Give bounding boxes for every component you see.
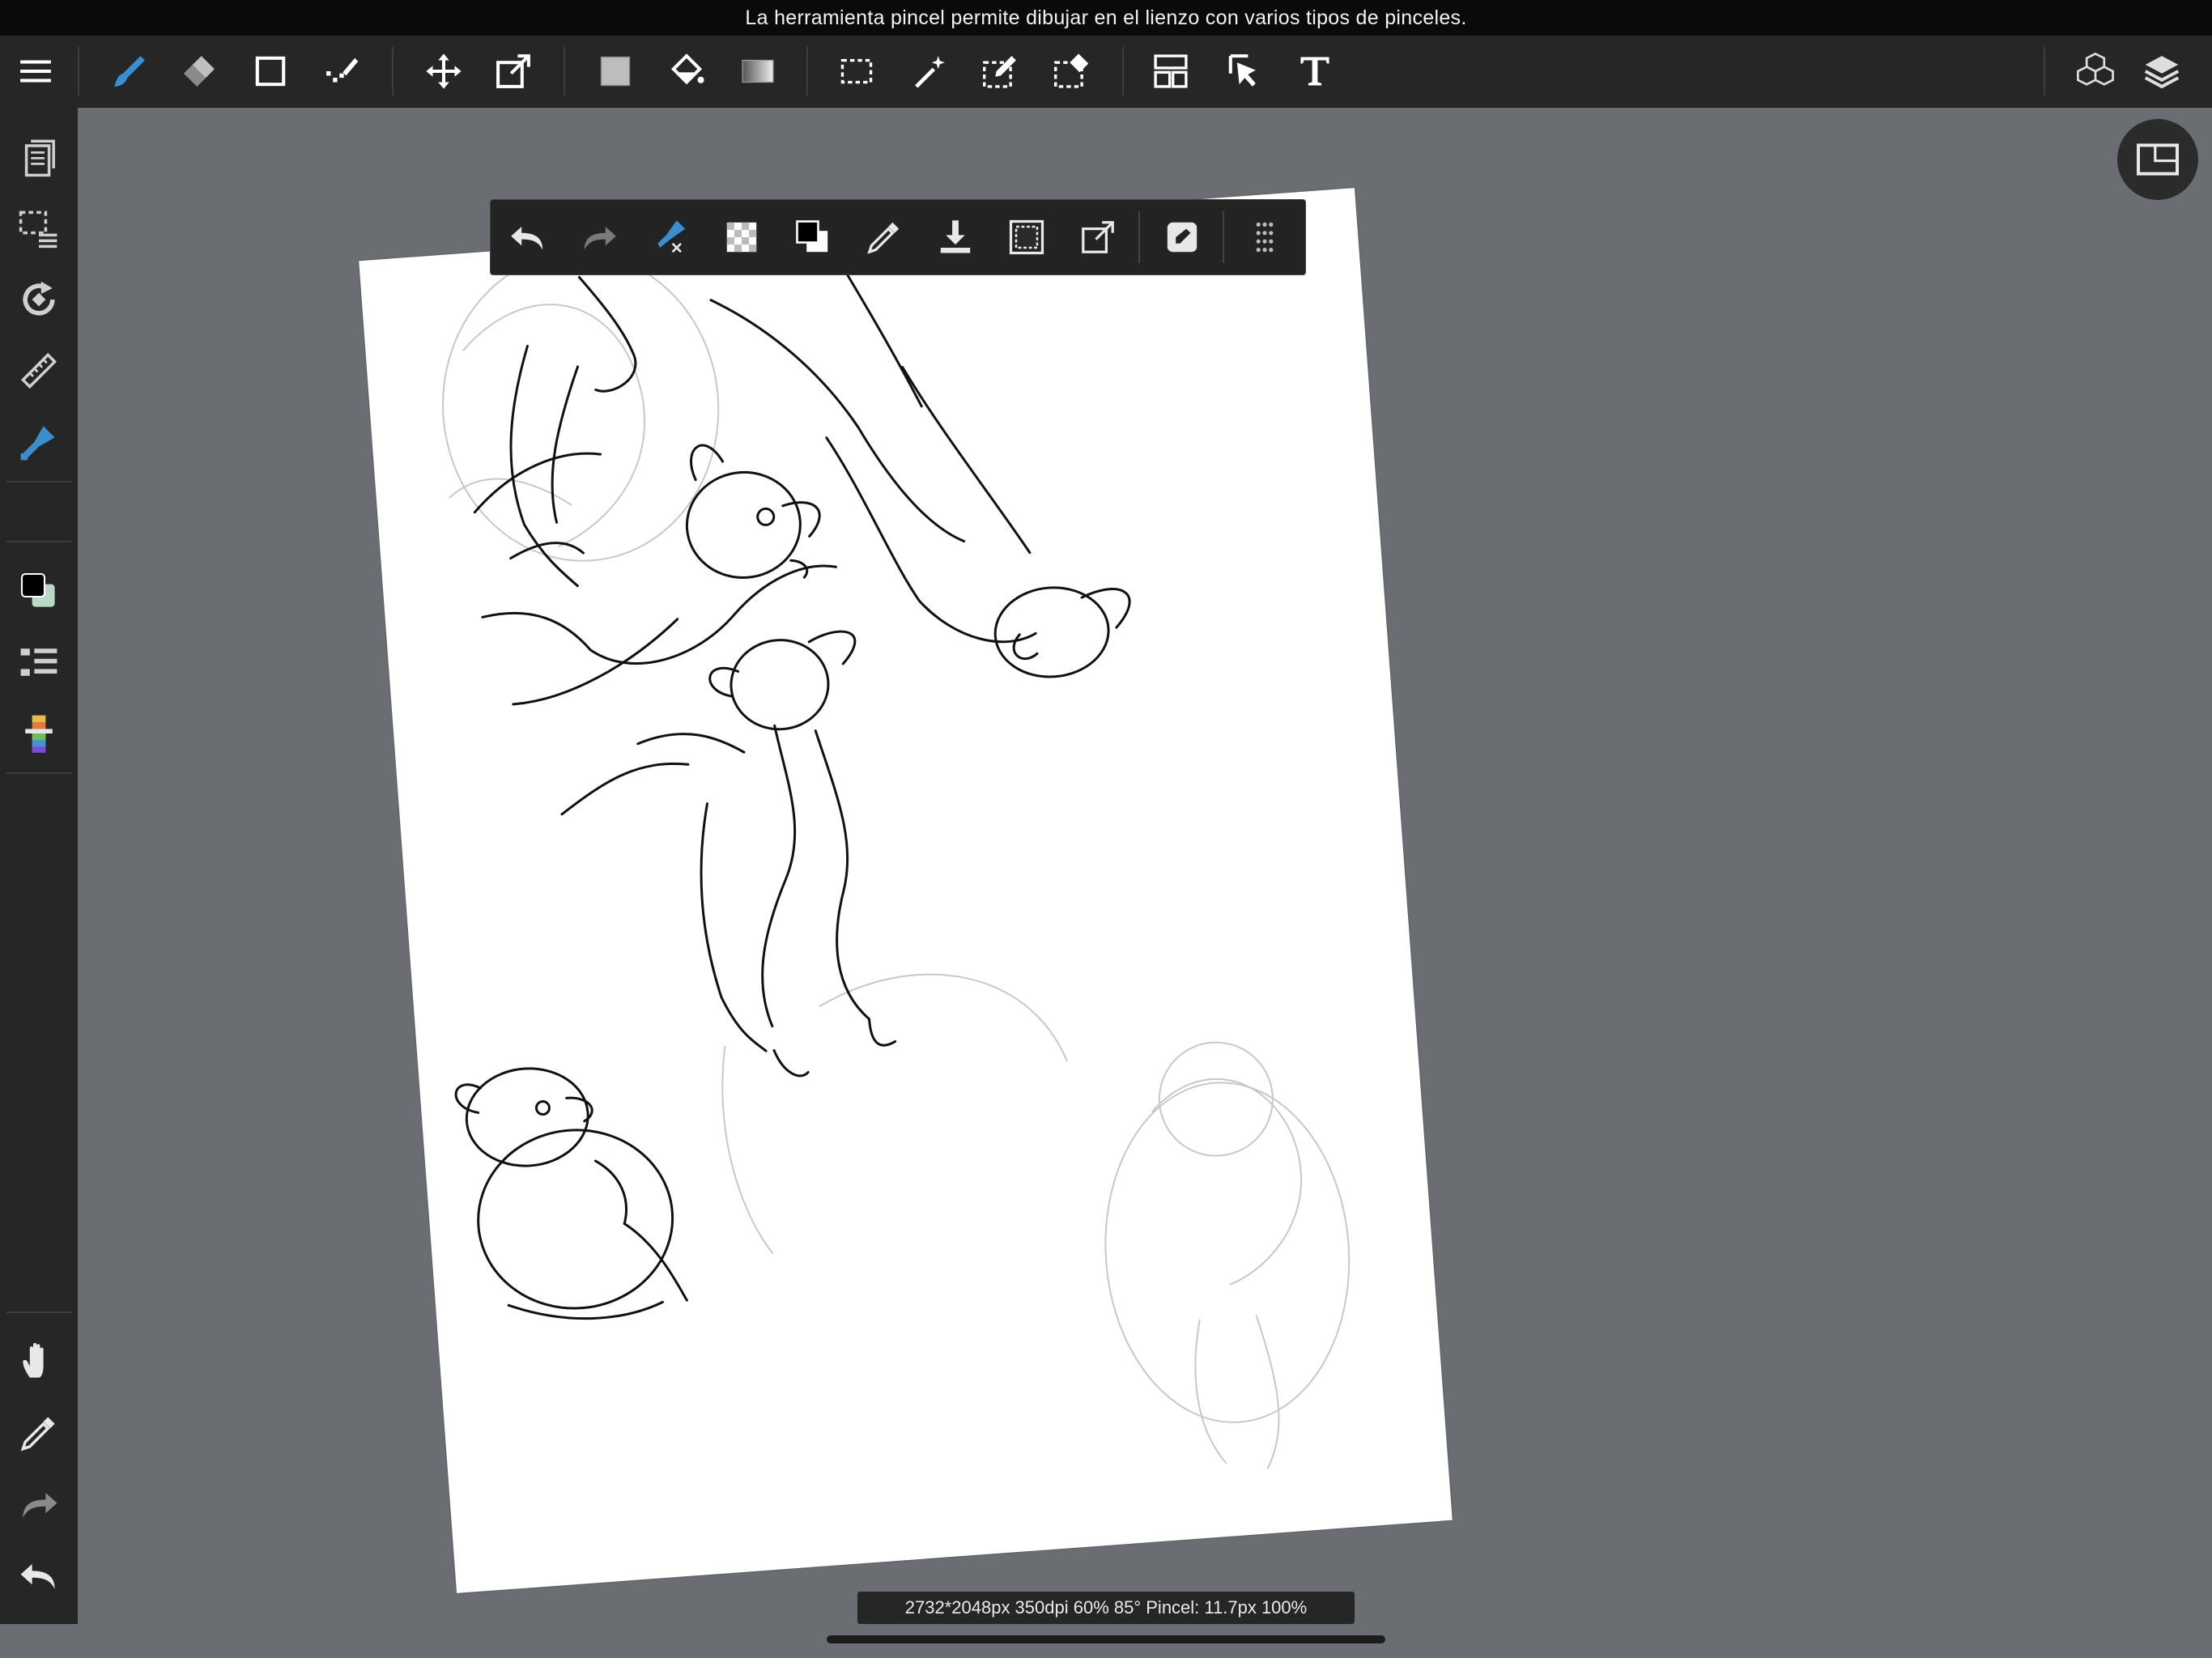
undo-icon[interactable] [500,210,555,265]
brush-list-icon[interactable] [11,635,66,690]
text-icon[interactable] [1289,45,1341,97]
import-icon[interactable] [928,210,983,265]
sketch-drawing [442,241,1351,1469]
left-toolbar [0,107,78,1624]
transparent-icon[interactable] [714,210,769,265]
transform-icon[interactable] [487,45,539,97]
eraser-icon[interactable] [173,45,225,97]
brush-icon[interactable] [104,45,155,97]
tool-hint-text: La herramienta pincel permite dibujar en… [745,6,1467,29]
color-swatch-icon[interactable] [11,563,66,619]
move-icon[interactable] [418,45,470,97]
pages-icon[interactable] [11,130,66,185]
tool-hint-bar: La herramienta pincel permite dibujar en… [0,0,2212,36]
brush-tool-icon[interactable] [643,210,698,265]
layers-icon[interactable] [2136,45,2188,97]
color-palette-icon[interactable] [11,706,66,761]
select-pen-icon[interactable] [975,45,1027,97]
shape-icon[interactable] [245,45,296,97]
redo-icon[interactable] [572,210,627,265]
canvas-paper[interactable] [359,188,1453,1593]
select-eraser-icon[interactable] [1046,45,1098,97]
undo-icon[interactable] [11,1548,66,1603]
operation-icon[interactable] [1218,45,1270,97]
hand-icon[interactable] [11,1334,66,1389]
selection-icon[interactable] [831,45,883,97]
view-toggle-button[interactable] [2117,119,2198,200]
canvas-command-bar [490,199,1306,275]
fill-color-icon[interactable] [589,45,641,97]
home-indicator[interactable] [827,1635,1385,1643]
transform-icon[interactable] [1070,210,1125,265]
dot-brush-icon[interactable] [316,45,368,97]
handle-icon[interactable] [1237,210,1292,265]
invert-selection-icon[interactable] [999,210,1054,265]
window-icon [2137,143,2179,176]
menu-icon[interactable] [10,45,62,97]
eyedropper-icon[interactable] [11,1405,66,1460]
redo-icon[interactable] [11,1477,66,1532]
frame-divider-icon[interactable] [1145,45,1197,97]
brush-settings-icon[interactable] [11,414,66,470]
canvas-status-text: 2732*2048px 350dpi 60% 85° Pincel: 11.7p… [904,1597,1308,1618]
canvas-status-info: 2732*2048px 350dpi 60% 85° Pincel: 11.7p… [857,1592,1355,1624]
materials-icon[interactable] [2069,45,2121,97]
eyedropper-icon[interactable] [857,210,912,265]
ruler-icon[interactable] [11,343,66,398]
rotate-icon[interactable] [11,272,66,327]
bucket-icon[interactable] [661,45,713,97]
magic-wand-icon[interactable] [904,45,955,97]
select-layer-icon[interactable] [11,201,66,256]
gradient-icon[interactable] [732,45,784,97]
top-toolbar [0,36,2212,108]
edit-icon[interactable] [1155,210,1210,265]
color-switch-icon[interactable] [785,210,840,265]
